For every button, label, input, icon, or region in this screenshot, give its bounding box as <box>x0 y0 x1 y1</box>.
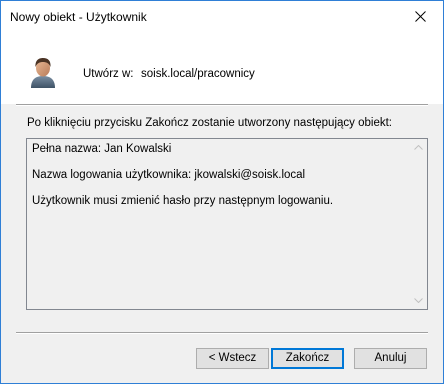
create-in-label: Utwórz w: <box>83 68 134 80</box>
container-path: soisk.local/pracownicy <box>141 68 255 80</box>
new-user-dialog: Nowy obiekt - Użytkownik Utwórz w: soisk… <box>0 0 444 384</box>
scroll-down-button[interactable] <box>410 292 427 309</box>
close-button[interactable] <box>398 1 443 32</box>
user-icon <box>31 58 55 88</box>
chevron-up-icon <box>414 145 423 150</box>
summary-textbox[interactable]: Pełna nazwa: Jan Kowalski Nazwa logowani… <box>26 138 428 310</box>
scroll-up-button[interactable] <box>410 139 427 156</box>
summary-logon-name: Nazwa logowania użytkownika: jkowalski@s… <box>32 169 306 181</box>
dialog-header: Utwórz w: soisk.local/pracownicy <box>1 32 443 104</box>
summary-password-note: Użytkownik musi zmienić hasło przy nastę… <box>32 195 334 207</box>
window-title: Nowy obiekt - Użytkownik <box>10 10 147 24</box>
title-bar: Nowy obiekt - Użytkownik <box>1 1 443 32</box>
header-separator <box>16 104 428 106</box>
back-button[interactable]: < Wstecz <box>196 348 269 369</box>
close-icon <box>415 11 426 22</box>
chevron-down-icon <box>414 298 423 303</box>
vertical-scrollbar[interactable] <box>410 139 427 309</box>
summary-full-name: Pełna nazwa: Jan Kowalski <box>32 143 172 155</box>
summary-intro-text: Po kliknięciu przycisku Zakończ zostanie… <box>27 117 392 129</box>
cancel-button[interactable]: Anuluj <box>354 348 427 369</box>
finish-button[interactable]: Zakończ <box>271 348 344 369</box>
footer-separator <box>16 332 428 334</box>
